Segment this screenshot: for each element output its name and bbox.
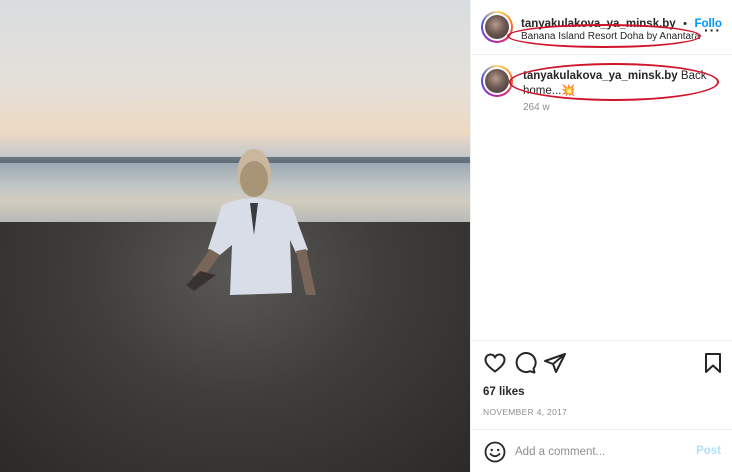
post-comment-button[interactable]: Post <box>696 445 721 457</box>
send-icon[interactable] <box>543 351 567 375</box>
seated-woman-figure <box>186 149 316 295</box>
post-sidebar: tanyakulakova_ya_minsk.by • Follo Banana… <box>470 0 732 472</box>
likes-count[interactable]: 67 likes <box>483 386 525 398</box>
annotation-oval-caption <box>509 63 719 101</box>
more-horizontal-icon[interactable]: ··· <box>704 22 721 38</box>
post-photo[interactable] <box>0 0 470 472</box>
post-header: tanyakulakova_ya_minsk.by • Follo Banana… <box>471 0 732 55</box>
bookmark-icon[interactable] <box>701 351 725 375</box>
action-bar: 67 likes NOVEMBER 4, 2017 Post <box>471 340 732 472</box>
smiley-icon[interactable] <box>483 440 507 464</box>
heart-icon[interactable] <box>483 351 507 375</box>
comment-icon[interactable] <box>513 351 537 375</box>
annotation-oval-location <box>507 24 701 48</box>
post-date: NOVEMBER 4, 2017 <box>483 407 568 417</box>
comment-input[interactable] <box>515 442 685 462</box>
caption-age[interactable]: 264 w <box>523 102 550 113</box>
add-comment-bar: Post <box>471 429 732 472</box>
